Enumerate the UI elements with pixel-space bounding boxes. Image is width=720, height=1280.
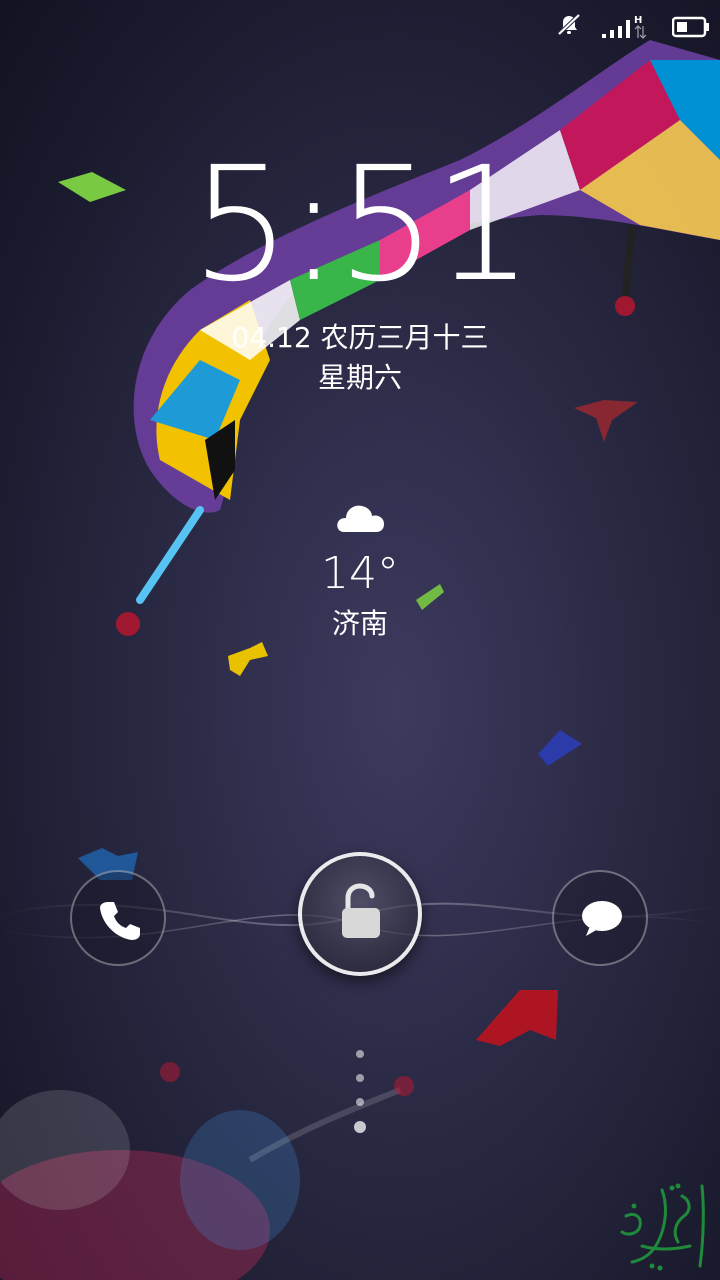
page-dot [356,1074,364,1082]
bell-muted-icon [557,13,581,36]
phone-button[interactable] [70,870,166,966]
page-indicator [350,1046,370,1136]
clock: 5:51 [0,140,720,310]
page-dot-active [354,1121,366,1133]
clock-minute: 51 [336,133,533,317]
temperature-label: 14° [321,548,399,599]
date-label: 04.12 农历三月十三 [231,321,489,354]
weekday-label: 星期六 [317,361,402,394]
page-dot [356,1098,364,1106]
calligraphy-watermark-logo [620,1183,705,1271]
clock-colon: : [287,133,340,317]
status-bar: H [0,0,720,52]
clock-hour: 5 [190,133,292,317]
battery-icon [672,16,709,38]
page-dot [356,1050,364,1058]
phone-icon [100,902,140,940]
network-type-label: H [634,15,642,26]
message-icon [582,901,622,936]
unlock-icon [342,883,380,938]
city-label: 济南 [331,607,388,640]
signal-icon: H [602,15,647,39]
unlock-button[interactable] [298,852,422,976]
cloud-icon [337,505,384,532]
message-button[interactable] [552,870,648,966]
